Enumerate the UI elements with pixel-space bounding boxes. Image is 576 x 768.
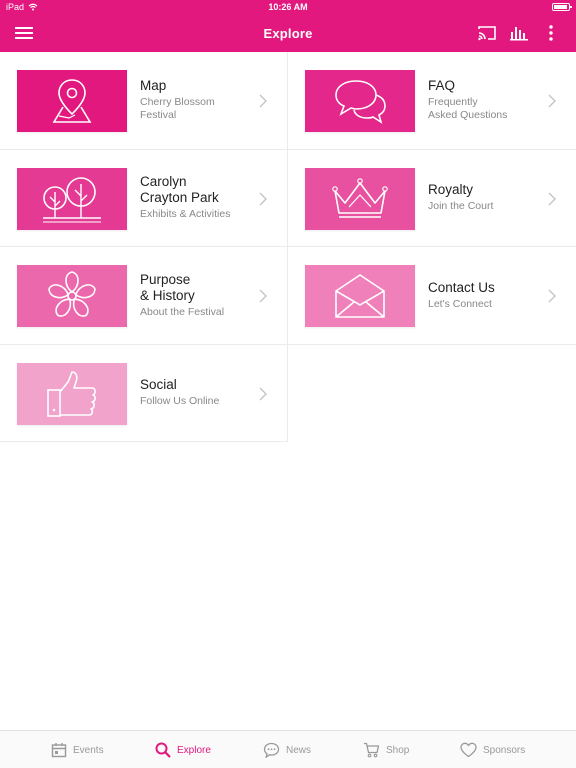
chevron-right-icon — [259, 289, 267, 303]
tab-bar: Events Explore News Shop Sponsors — [0, 730, 576, 768]
tile-social[interactable]: Social Follow Us Online — [0, 344, 288, 442]
tab-label: Shop — [386, 744, 410, 756]
blossom-icon — [48, 271, 96, 317]
tile-thumb — [305, 167, 415, 230]
tile-purpose-history[interactable]: Purpose & History About the Festival — [0, 247, 288, 345]
search-icon — [155, 742, 171, 758]
battery-icon — [552, 3, 572, 11]
tile-thumb — [17, 265, 127, 327]
tab-label: Explore — [177, 744, 211, 756]
chevron-right-icon — [548, 94, 556, 108]
tile-thumb — [17, 70, 127, 132]
tile-park[interactable]: Carolyn Crayton Park Exhibits & Activiti… — [0, 149, 288, 247]
tile-subtitle: Follow Us Online — [140, 395, 220, 408]
status-time: 10:26 AM — [268, 2, 308, 12]
map-pin-icon — [52, 79, 92, 123]
tile-faq[interactable]: FAQ Frequently Asked Questions — [288, 52, 576, 150]
tile-thumb — [305, 70, 415, 132]
tab-sponsors[interactable]: Sponsors — [460, 731, 525, 768]
chevron-right-icon — [548, 289, 556, 303]
tab-events[interactable]: Events — [51, 731, 104, 768]
tile-subtitle: Exhibits & Activities — [140, 208, 231, 221]
tile-thumb — [305, 265, 415, 327]
tile-title: Royalty — [428, 182, 474, 198]
tile-title: Carolyn Crayton Park — [140, 174, 219, 206]
heart-icon — [460, 742, 477, 758]
chevron-right-icon — [259, 387, 267, 400]
more-vertical-icon[interactable] — [540, 22, 562, 44]
tile-subtitle: Let's Connect — [428, 297, 492, 310]
tab-explore[interactable]: Explore — [155, 731, 211, 768]
cast-icon[interactable] — [476, 22, 498, 44]
tile-title: Contact Us — [428, 279, 495, 295]
tab-label: Sponsors — [483, 744, 526, 756]
tile-title: Social — [140, 377, 177, 393]
chevron-right-icon — [259, 192, 267, 205]
tile-subtitle: Join the Court — [428, 200, 494, 213]
tile-royalty[interactable]: Royalty Join the Court — [288, 150, 576, 247]
chat-bubbles-icon — [335, 80, 386, 124]
tile-subtitle: Cherry Blossom Festival — [140, 96, 215, 122]
crown-icon — [332, 177, 388, 218]
envelope-icon — [335, 274, 385, 318]
equalizer-icon[interactable] — [508, 22, 530, 44]
tab-label: Events — [73, 744, 104, 756]
trees-icon — [43, 176, 101, 222]
tile-subtitle: About the Festival — [140, 305, 225, 318]
cart-icon — [364, 742, 380, 758]
chevron-right-icon — [259, 94, 267, 108]
tile-title: FAQ — [428, 78, 456, 94]
thumbs-up-icon — [47, 370, 96, 417]
tile-thumb — [17, 362, 127, 425]
tile-map[interactable]: Map Cherry Blossom Festival — [0, 52, 288, 150]
tab-news[interactable]: News — [263, 731, 311, 768]
status-bar: iPad 10:26 AM — [0, 0, 576, 14]
tile-subtitle: Frequently Asked Questions — [428, 96, 508, 122]
navigation-bar: Explore — [0, 14, 576, 52]
calendar-icon — [51, 743, 67, 758]
tab-shop[interactable]: Shop — [363, 731, 409, 768]
chevron-right-icon — [548, 192, 556, 205]
tab-label: News — [286, 744, 312, 756]
tile-contact-us[interactable]: Contact Us Let's Connect — [288, 247, 576, 345]
comment-icon — [263, 742, 280, 758]
tile-thumb — [17, 167, 127, 230]
tile-title: Purpose & History — [140, 271, 195, 303]
tile-title: Map — [140, 78, 167, 94]
